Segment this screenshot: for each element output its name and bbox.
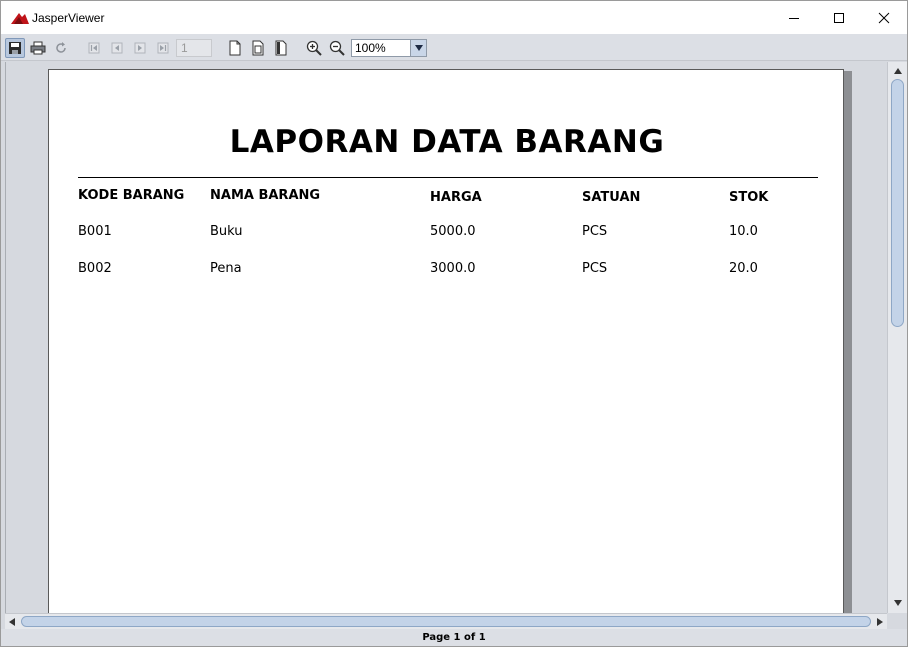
table-cell: PCS — [582, 224, 608, 239]
zoom-in-button[interactable] — [304, 38, 324, 58]
arrow-down-icon — [893, 600, 902, 606]
zoom-out-button[interactable] — [327, 38, 347, 58]
jasper-logo-icon — [11, 13, 29, 24]
actual-size-button[interactable] — [225, 38, 245, 58]
previous-page-button[interactable] — [107, 38, 127, 58]
scroll-left-button[interactable] — [7, 616, 17, 627]
report-title: LAPORAN DATA BARANG — [229, 124, 665, 160]
table-cell: 3000.0 — [430, 261, 476, 276]
last-page-button[interactable] — [153, 38, 173, 58]
column-header-harga: HARGA — [430, 190, 482, 205]
vertical-scrollbar[interactable] — [887, 62, 907, 613]
zoom-out-icon — [329, 40, 345, 56]
previous-page-icon — [111, 42, 123, 54]
zoom-in-icon — [306, 40, 322, 56]
column-header-kode-barang: KODE BARANG — [78, 188, 185, 203]
table-cell: Buku — [210, 224, 243, 239]
horizontal-scroll-thumb[interactable] — [21, 616, 871, 627]
table-cell: 10.0 — [729, 224, 758, 239]
reload-button[interactable] — [51, 38, 71, 58]
scroll-right-button[interactable] — [875, 616, 885, 627]
print-button[interactable] — [28, 38, 48, 58]
header-rule — [78, 177, 818, 178]
next-page-button[interactable] — [130, 38, 150, 58]
table-cell: 20.0 — [729, 261, 758, 276]
minimize-button[interactable] — [771, 1, 817, 34]
zoom-select[interactable]: 100% — [351, 39, 427, 57]
report-page: LAPORAN DATA BARANG KODE BARANG NAMA BAR… — [48, 69, 844, 613]
table-cell: B001 — [78, 224, 112, 239]
maximize-icon — [834, 12, 844, 23]
arrow-up-icon — [893, 68, 902, 74]
close-button[interactable] — [861, 1, 907, 34]
last-page-icon — [157, 42, 169, 54]
column-header-stok: STOK — [729, 190, 769, 205]
column-header-nama-barang: NAMA BARANG — [210, 188, 321, 203]
status-bar: Page 1 of 1 — [1, 629, 907, 646]
fit-width-icon — [275, 40, 287, 56]
save-icon — [9, 42, 21, 54]
fit-width-button[interactable] — [271, 38, 291, 58]
next-page-icon — [134, 42, 146, 54]
zoom-dropdown-button[interactable] — [410, 40, 426, 56]
print-icon — [30, 41, 46, 55]
scroll-down-button[interactable] — [891, 598, 904, 608]
chevron-down-icon — [414, 45, 423, 51]
scroll-up-button[interactable] — [891, 66, 904, 76]
page-number-field[interactable]: 1 — [176, 39, 212, 57]
first-page-icon — [88, 42, 100, 54]
toolbar: 1 100% — [1, 34, 907, 61]
reload-icon — [56, 42, 66, 53]
jasper-viewer-window: JasperViewer 1 100% LAPORAN DATA BARANG … — [0, 0, 908, 647]
arrow-right-icon — [877, 617, 883, 626]
first-page-button[interactable] — [84, 38, 104, 58]
vertical-scroll-thumb[interactable] — [891, 79, 904, 327]
table-cell: 5000.0 — [430, 224, 476, 239]
arrow-left-icon — [9, 617, 15, 626]
page-status: Page 1 of 1 — [422, 632, 486, 643]
column-header-satuan: SATUAN — [582, 190, 641, 205]
scroll-corner — [887, 613, 907, 629]
table-cell: Pena — [210, 261, 242, 276]
minimize-icon — [789, 17, 799, 19]
zoom-value: 100% — [355, 41, 386, 55]
window-title: JasperViewer — [32, 11, 105, 25]
table-cell: PCS — [582, 261, 608, 276]
actual-size-icon — [229, 40, 241, 56]
fit-page-button[interactable] — [248, 38, 268, 58]
maximize-button[interactable] — [816, 1, 862, 34]
save-button[interactable] — [5, 38, 25, 58]
table-cell: B002 — [78, 261, 112, 276]
title-bar: JasperViewer — [1, 1, 907, 34]
horizontal-scrollbar[interactable] — [5, 613, 887, 629]
close-icon — [878, 12, 890, 23]
fit-page-icon — [252, 40, 264, 56]
report-viewport: LAPORAN DATA BARANG KODE BARANG NAMA BAR… — [5, 62, 887, 613]
